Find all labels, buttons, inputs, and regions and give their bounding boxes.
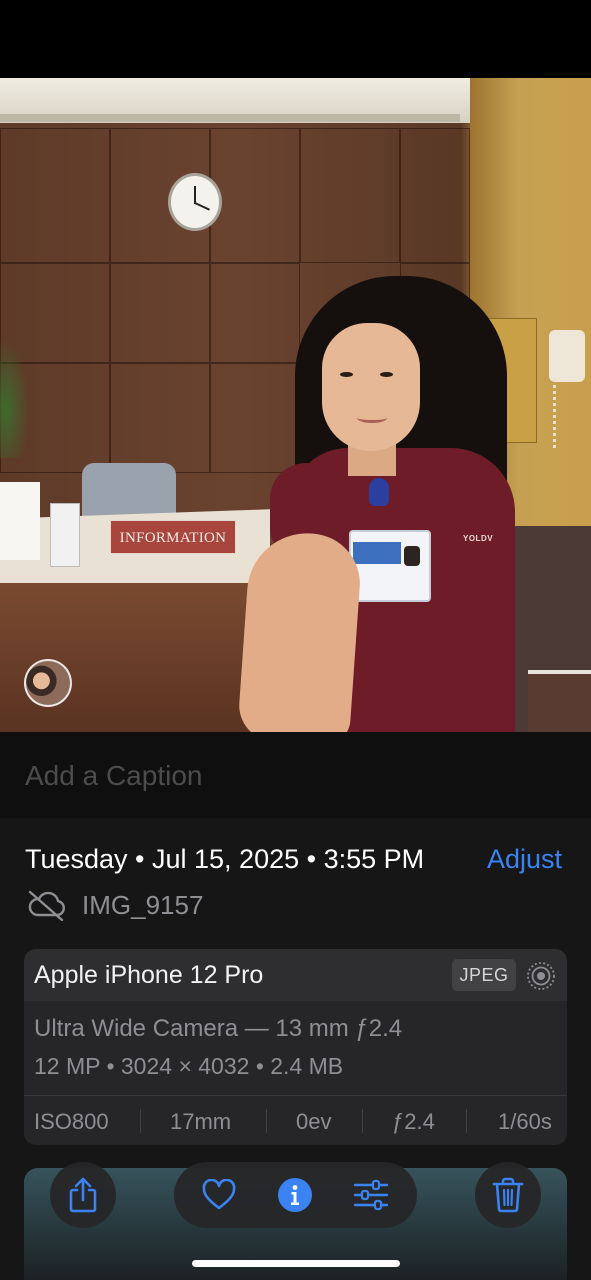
photo-person-eye bbox=[340, 372, 353, 377]
image-specs: 12 MP • 3024 × 4032 • 2.4 MB bbox=[34, 1053, 344, 1079]
trash-icon bbox=[492, 1177, 524, 1213]
info-button[interactable] bbox=[275, 1175, 315, 1215]
heart-icon bbox=[202, 1179, 236, 1210]
exif-separator bbox=[466, 1109, 467, 1133]
toolbar-center-group bbox=[174, 1162, 417, 1228]
card-divider bbox=[24, 1095, 567, 1096]
photo-counter-front bbox=[0, 583, 268, 732]
device-name: Apple iPhone 12 Pro bbox=[34, 961, 264, 989]
live-photo-icon[interactable] bbox=[526, 961, 556, 991]
exif-aperture: ƒ2.4 bbox=[392, 1109, 435, 1134]
wall-panel bbox=[400, 128, 470, 263]
edit-button[interactable] bbox=[351, 1175, 391, 1215]
photo-vent bbox=[0, 114, 460, 122]
exif-shutter: 1/60s bbox=[498, 1109, 552, 1134]
photo-shirt-logo: YOLDV bbox=[463, 534, 494, 543]
photo-lanyard-clip bbox=[369, 478, 389, 506]
photo-person-arm bbox=[236, 529, 364, 732]
photo-wall-phone bbox=[549, 330, 585, 382]
exif-focal-length: 17mm bbox=[170, 1109, 232, 1134]
people-avatar[interactable] bbox=[24, 659, 72, 707]
photo-id-badge-portrait bbox=[404, 546, 420, 566]
photo-plant bbox=[0, 338, 30, 458]
home-indicator[interactable] bbox=[192, 1260, 400, 1267]
photo-person-eye bbox=[380, 372, 393, 377]
wall-panel bbox=[0, 128, 110, 263]
wall-panel bbox=[300, 128, 400, 263]
favorite-button[interactable] bbox=[199, 1175, 239, 1215]
share-icon bbox=[69, 1177, 97, 1213]
photo-id-badge-header bbox=[353, 542, 401, 564]
wall-panel bbox=[210, 128, 300, 263]
exif-separator bbox=[266, 1109, 267, 1133]
status-bar-area bbox=[0, 0, 591, 78]
sliders-icon bbox=[353, 1179, 389, 1211]
wall-panel bbox=[110, 263, 210, 363]
lens-info: Ultra Wide Camera — 13 mm ƒ2.4 bbox=[34, 1015, 403, 1042]
photo-information-sign: INFORMATION bbox=[110, 520, 236, 554]
photo-person-mouth bbox=[357, 413, 387, 423]
photo-sofa-arm bbox=[528, 670, 591, 732]
file-name: IMG_9157 bbox=[82, 890, 204, 920]
photo-view[interactable]: INFORMATION YOLDV bbox=[0, 78, 591, 732]
adjust-button[interactable]: Adjust bbox=[487, 844, 562, 875]
wall-panel bbox=[210, 263, 300, 363]
exif-separator bbox=[362, 1109, 363, 1133]
cloud-slash-icon bbox=[28, 890, 66, 921]
exif-separator bbox=[140, 1109, 141, 1133]
exif-iso: ISO800 bbox=[34, 1109, 109, 1134]
format-badge: JPEG bbox=[452, 959, 516, 991]
delete-button[interactable] bbox=[475, 1162, 541, 1228]
photo-person-face bbox=[322, 323, 420, 451]
photo-id-badge bbox=[349, 530, 431, 602]
info-icon bbox=[278, 1178, 312, 1212]
photo-paper bbox=[0, 482, 40, 560]
photo-brochure-stand bbox=[50, 503, 80, 567]
wall-panel bbox=[110, 363, 210, 473]
exif-exposure: 0ev bbox=[296, 1109, 332, 1134]
wall-panel bbox=[210, 363, 300, 473]
photo-phone-cord bbox=[553, 378, 567, 448]
share-button[interactable] bbox=[50, 1162, 116, 1228]
camera-info-card: Apple iPhone 12 Pro JPEG Ultra Wide Came… bbox=[24, 949, 567, 1145]
caption-input[interactable] bbox=[25, 756, 565, 796]
date-time: Tuesday • Jul 15, 2025 • 3:55 PM bbox=[25, 844, 425, 874]
